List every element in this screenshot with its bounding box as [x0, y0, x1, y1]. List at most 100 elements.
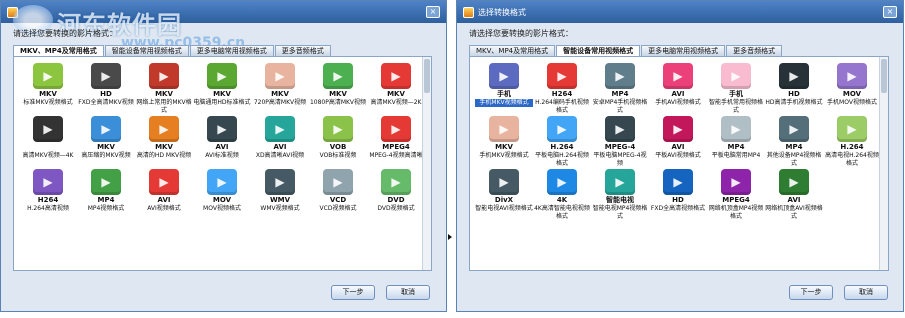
format-item[interactable]: ▶ VOB VOB标准视频 [310, 116, 366, 169]
phone-avi-icon: ▶ [663, 63, 693, 89]
format-item[interactable]: ▶ HD HD高清手机视频格式 [765, 63, 823, 116]
cards-icon: ▶ [489, 116, 519, 142]
scrollbar[interactable] [879, 57, 888, 270]
format-item[interactable]: ▶ AVI XD高清晰AVI视频 [252, 116, 308, 169]
format-item[interactable]: ▶ MKV 1080P高清MKV视频 [310, 63, 366, 116]
format-badge: MPEG4 [382, 143, 410, 151]
format-item[interactable]: ▶ MKV 网络上常用的MKV格式 [136, 63, 192, 116]
format-list-panel: ▶ 手机 手机MKV视频格式 ▶ H264 H.264编码手机视频格式 ▶ MP4 安卓MP4手… [469, 56, 889, 271]
format-item[interactable]: ▶ MPEG4 网络机顶盒MP4视频格式 [708, 169, 764, 222]
scrollbar-thumb[interactable] [881, 59, 887, 93]
format-label: 高压缩的MKV视频 [81, 152, 131, 159]
format-item[interactable]: ▶ H.264 平板电脑H.264视频格式 [534, 116, 590, 169]
format-tab[interactable]: MKV、MP4及常用格式 [13, 45, 104, 56]
format-item[interactable]: ▶ HD FXD全高清MKV视频 [78, 63, 134, 116]
youtube-icon: ▶ [381, 63, 411, 89]
format-badge: AVI [273, 143, 287, 151]
format-label: 1080P高清MKV视频 [309, 99, 367, 106]
format-item[interactable]: ▶ MKV 电脑通用HD标准格式 [193, 63, 251, 116]
format-item[interactable]: ▶ 4K 4K高清智能电视视频格式 [534, 169, 590, 222]
format-label: 网络上常用的MKV格式 [136, 99, 192, 114]
format-tab[interactable]: 更多电脑常用视频格式 [189, 45, 274, 56]
close-icon[interactable]: × [426, 6, 440, 18]
format-label: 智能电视AVI视频格式 [475, 205, 533, 212]
film-play-icon: ▶ [149, 116, 179, 142]
format-item[interactable]: ▶ AVI 平板AVI视频格式 [650, 116, 706, 169]
chameleon-icon: ▶ [837, 116, 867, 142]
dvd-disc-icon: ▶ [381, 169, 411, 195]
format-badge: HD [788, 90, 800, 98]
format-item[interactable]: ▶ MKV 手机MKV视频格式 [476, 116, 532, 169]
format-item[interactable]: ▶ AVI 手机AVI视频格式 [650, 63, 706, 116]
close-icon[interactable]: × [883, 6, 897, 18]
tv-smart-icon: ▶ [605, 169, 635, 195]
phone-mov-icon: ▶ [837, 63, 867, 89]
clock-icon: ▶ [91, 116, 121, 142]
format-item[interactable]: ▶ DVD DVD视频格式 [368, 169, 424, 222]
format-item[interactable]: ▶ 手机 智能手机常用视频格式 [708, 63, 764, 116]
format-item[interactable]: ▶ 手机 手机MKV视频格式 [475, 63, 533, 116]
format-item[interactable]: ▶ MP4 安卓MP4手机视频格式 [592, 63, 648, 116]
format-badge: AVI [215, 143, 229, 151]
format-item[interactable]: ▶ MP4 平板电脑常用MP4 [708, 116, 764, 169]
film-hd-icon: ▶ [91, 63, 121, 89]
format-badge: 手机 [729, 90, 743, 98]
avi-screen-icon: ▶ [207, 116, 237, 142]
android-phone-icon: ▶ [605, 63, 635, 89]
format-item[interactable]: ▶ MOV 手机MOV视频格式 [824, 63, 880, 116]
format-badge: MKV [213, 90, 231, 98]
format-item[interactable]: ▶ MKV 高压缩的MKV视频 [78, 116, 134, 169]
format-item[interactable]: ▶ MKV 标准MKV视频格式 [20, 63, 76, 116]
format-tab[interactable]: 更多音频格式 [274, 45, 331, 56]
format-label: 其他设备MP4视频格式 [766, 152, 822, 167]
format-label: AVI视频格式 [147, 205, 181, 212]
format-item[interactable]: ▶ AVI 网络机顶盒AVI视频格式 [765, 169, 823, 222]
cancel-button[interactable]: 取消 [844, 285, 888, 300]
format-badge: MP4 [785, 143, 803, 151]
format-item[interactable]: ▶ AVI AVI标准视频 [194, 116, 250, 169]
vob-disc-icon: ▶ [323, 116, 353, 142]
format-item[interactable]: ▶ 智能电视 智能电视MP4视频格式 [592, 169, 648, 222]
format-list-panel: ▶ MKV 标准MKV视频格式 ▶ HD FXD全高清MKV视频 ▶ MKV 网络上常用的MKV… [13, 56, 432, 271]
format-item[interactable]: ▶ MOV MOV视频格式 [194, 169, 250, 222]
tablet-icon: ▶ [547, 116, 577, 142]
format-tab[interactable]: 更多音频格式 [726, 45, 783, 56]
format-tab[interactable]: 智能设备常用视频格式 [556, 45, 641, 56]
format-item[interactable]: ▶ MKV 高清MKV视频—2K [368, 63, 424, 116]
format-badge: H264 [37, 196, 59, 204]
format-item[interactable]: ▶ MPEG4 MPEG-4视频高清晰 [368, 116, 424, 169]
format-badge: H.264 [550, 143, 574, 151]
next-button[interactable]: 下一步 [331, 285, 375, 300]
format-item[interactable]: ▶ H264 H.264编码手机视频格式 [534, 63, 590, 116]
format-item[interactable]: ▶ MKV 高清的HD MKV视频 [136, 116, 192, 169]
format-item[interactable]: ▶ 高清MKV视频—4K [20, 116, 76, 169]
next-button[interactable]: 下一步 [789, 285, 833, 300]
format-badge: HD [672, 196, 684, 204]
format-item[interactable]: ▶ MP4 其他设备MP4视频格式 [766, 116, 822, 169]
format-badge: MP4 [97, 196, 115, 204]
format-badge: AVI [157, 196, 171, 204]
format-item[interactable]: ▶ AVI AVI视频格式 [136, 169, 192, 222]
format-item[interactable]: ▶ DivX 智能电视AVI视频格式 [475, 169, 533, 222]
format-item[interactable]: ▶ VCD VCD视频格式 [310, 169, 366, 222]
format-label: 高清MKV视频—4K [22, 152, 74, 159]
scrollbar-thumb[interactable] [424, 59, 430, 93]
format-item[interactable]: ▶ WMV WMV视频格式 [252, 169, 308, 222]
format-tab[interactable]: 更多电脑常用视频格式 [641, 45, 726, 56]
format-item[interactable]: ▶ H.264 高清电视H.264视频格式 [824, 116, 880, 169]
format-item[interactable]: ▶ MPEG-4 平板电脑MPEG-4视频 [592, 116, 648, 169]
format-tab[interactable]: 智能设备常用视频格式 [104, 45, 189, 56]
format-item[interactable]: ▶ HD FXD全高清视频格式 [650, 169, 706, 222]
title-bar: 选择转换格式 × [457, 1, 903, 23]
format-item[interactable]: ▶ MKV 720P高清MKV视频 [252, 63, 308, 116]
format-badge: MPEG-4 [604, 143, 636, 151]
app-icon [463, 6, 474, 18]
format-item[interactable]: ▶ H264 H.264高清视频 [20, 169, 76, 222]
cancel-button[interactable]: 取消 [386, 285, 430, 300]
format-item[interactable]: ▶ MP4 MP4视频格式 [78, 169, 134, 222]
scrollbar[interactable] [422, 57, 431, 270]
format-badge: MOV [212, 196, 232, 204]
format-label: 标准MKV视频格式 [23, 99, 73, 106]
format-label: 手机MOV视频格式 [827, 99, 877, 106]
format-tab[interactable]: MKV、MP4及常用格式 [469, 45, 556, 56]
